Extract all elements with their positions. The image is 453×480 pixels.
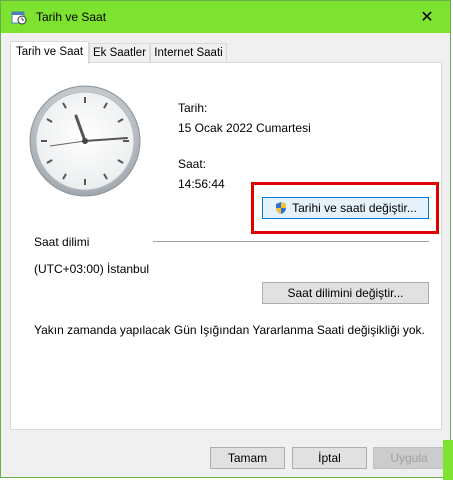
- time-label: Saat:: [178, 157, 207, 171]
- date-label: Tarih:: [178, 101, 208, 115]
- tab-additional-clocks[interactable]: Ek Saatler: [89, 43, 150, 62]
- change-timezone-label: Saat dilimini değiştir...: [287, 286, 404, 300]
- cancel-label: İptal: [318, 451, 341, 465]
- tab-internet-time[interactable]: Internet Saati: [150, 43, 227, 62]
- tab-label: Ek Saatler: [92, 47, 147, 59]
- timezone-value: (UTC+03:00) İstanbul: [34, 262, 150, 276]
- change-timezone-button[interactable]: Saat dilimini değiştir...: [262, 282, 429, 304]
- tab-date-time[interactable]: Tarih ve Saat: [10, 41, 89, 64]
- date-value: 15 Ocak 2022 Cumartesi: [178, 121, 311, 135]
- apply-button[interactable]: Uygula: [373, 447, 445, 469]
- tab-label: Tarih ve Saat: [15, 46, 84, 58]
- analog-clock: [29, 85, 141, 197]
- window-title: Tarih ve Saat: [36, 10, 107, 24]
- tab-panel: Tarih: 15 Ocak 2022 Cumartesi Saat: 14:5…: [10, 62, 442, 430]
- close-icon: ✕: [420, 9, 434, 26]
- close-button[interactable]: ✕: [404, 1, 450, 33]
- cancel-button[interactable]: İptal: [292, 447, 367, 469]
- date-time-dialog: Tarih ve Saat ✕ Tarih ve Saat Ek Saatler…: [0, 0, 451, 478]
- clock-app-icon: [11, 11, 27, 25]
- highlight-box: [251, 182, 439, 234]
- ok-label: Tamam: [227, 451, 268, 465]
- separator-line: [153, 241, 429, 242]
- timezone-section-label: Saat dilimi: [34, 235, 90, 249]
- apply-label: Uygula: [390, 451, 428, 465]
- title-bar: Tarih ve Saat ✕: [1, 1, 450, 33]
- ok-button[interactable]: Tamam: [210, 447, 285, 469]
- dst-message: Yakın zamanda yapılacak Gün Işığından Ya…: [34, 323, 425, 337]
- time-value: 14:56:44: [178, 177, 225, 191]
- background-edge: [443, 440, 453, 480]
- tab-label: Internet Saati: [154, 47, 223, 59]
